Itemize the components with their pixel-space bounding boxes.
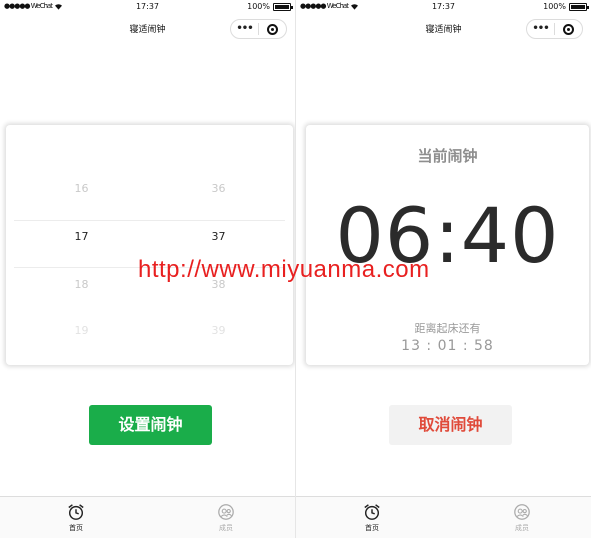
minute-option[interactable]: 36 [151, 179, 285, 199]
hour-option[interactable]: 16 [14, 179, 149, 199]
more-menu-icon[interactable]: ••• [231, 20, 258, 38]
hour-column[interactable]: 16 17 18 19 [14, 165, 149, 335]
tab-home-label: 首页 [69, 524, 83, 532]
alarm-clock-icon [68, 504, 84, 520]
miniprogram-capsule: ••• [230, 19, 287, 39]
minute-option-selected[interactable]: 37 [151, 227, 285, 247]
time-picker[interactable]: 16 17 18 19 36 37 38 39 [14, 165, 285, 335]
tab-member-label: 成员 [515, 524, 529, 532]
more-menu-icon[interactable]: ••• [527, 20, 554, 38]
alarm-clock-icon [364, 504, 380, 520]
countdown-value: 13 : 01 : 58 [401, 338, 494, 354]
miniprogram-capsule: ••• [526, 19, 583, 39]
minute-column[interactable]: 36 37 38 39 [151, 165, 285, 335]
nav-bar: 寝适闹钟 ••• [0, 14, 295, 42]
time-picker-card: 16 17 18 19 36 37 38 39 [6, 125, 293, 365]
countdown-label: 距离起床还有 [414, 322, 481, 335]
tab-member[interactable]: 成员 [196, 501, 256, 537]
alarm-card-title: 当前闹钟 [417, 147, 478, 165]
close-miniprogram-button[interactable] [259, 23, 286, 35]
target-icon [562, 23, 574, 35]
battery-icon [569, 2, 589, 11]
tab-bar: 首页 成员 [296, 496, 591, 538]
set-alarm-button[interactable]: 设置闹钟 [89, 405, 212, 445]
tab-home[interactable]: 首页 [46, 501, 106, 537]
tab-member[interactable]: 成员 [492, 501, 552, 537]
battery-percent: 100% [543, 2, 566, 11]
nav-bar: 寝适闹钟 ••• [296, 14, 591, 42]
tab-home[interactable]: 首页 [342, 501, 402, 537]
watermark-text: http://www.miyuanma.com [138, 256, 430, 283]
tab-bar: 首页 成员 [0, 496, 295, 538]
close-miniprogram-button[interactable] [555, 23, 582, 35]
hour-option-selected[interactable]: 17 [14, 227, 149, 247]
current-alarm-card: 当前闹钟 06:40 距离起床还有 13 : 01 : 58 [306, 125, 589, 365]
cancel-alarm-button[interactable]: 取消闹钟 [389, 405, 512, 445]
member-icon [218, 504, 234, 520]
member-icon [514, 504, 530, 520]
status-bar: ●●●●● WeChat 17:37 100% [296, 0, 591, 14]
tab-member-label: 成员 [219, 524, 233, 532]
minute-option[interactable]: 39 [151, 321, 285, 335]
battery-icon [273, 2, 293, 11]
hour-option[interactable]: 18 [14, 275, 149, 295]
tab-home-label: 首页 [365, 524, 379, 532]
target-icon [266, 23, 278, 35]
hour-option[interactable]: 19 [14, 321, 149, 335]
battery-percent: 100% [247, 2, 270, 11]
status-bar: ●●●●● WeChat 17:37 100% [0, 0, 295, 14]
